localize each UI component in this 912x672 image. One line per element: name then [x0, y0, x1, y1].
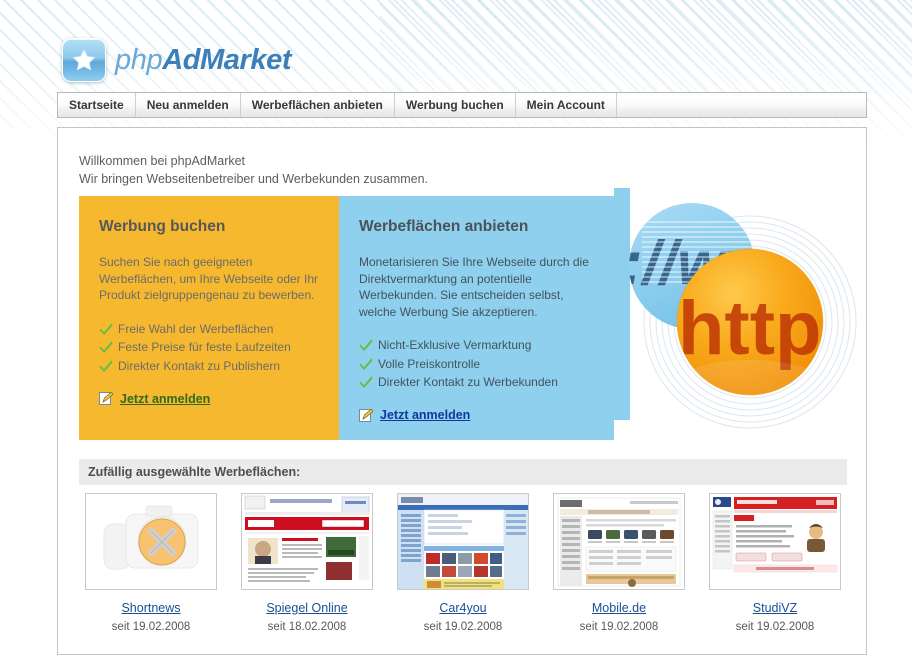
panel-werbeflaechen-anbieten: Werbeflächen anbieten Monetarisieren Sie…	[339, 196, 614, 440]
bullet-label: Direkter Kontakt zu Publishern	[118, 358, 281, 373]
edit-pencil-icon	[99, 391, 114, 406]
panel-blue-bullets: Nicht-Exklusive Vermarktung Volle Preisk…	[359, 336, 594, 392]
signup-link-publisher-label: Jetzt anmelden	[380, 408, 471, 422]
ad-name-mobile-de[interactable]: Mobile.de	[592, 601, 646, 615]
logo-wordmark: phpAdMarket	[115, 43, 292, 77]
list-item: Volle Preiskontrolle	[359, 355, 594, 374]
nav-item-werbung-buchen[interactable]: Werbung buchen	[395, 93, 516, 117]
list-item: Direkter Kontakt zu Werbekunden	[359, 373, 594, 392]
welcome-line-1: Willkommen bei phpAdMarket	[79, 154, 246, 168]
logo-text-php: php	[115, 43, 163, 76]
list-item: Car4you seit 19.02.2008	[391, 493, 535, 633]
logo-text-ad: Ad	[162, 43, 201, 76]
thumbnail-spiegel-online[interactable]	[241, 493, 373, 590]
list-item: Direkter Kontakt zu Publishern	[99, 357, 319, 376]
nav-item-werbeflaechen-anbieten[interactable]: Werbeflächen anbieten	[241, 93, 395, 117]
thumbnail-car4you[interactable]	[397, 493, 529, 590]
nav-item-startseite[interactable]: Startseite	[58, 93, 136, 117]
check-icon	[99, 339, 113, 354]
random-ads-list: Shortnews seit 19.02.2008 Spiegel Online…	[79, 493, 847, 633]
welcome-line-2: Wir bringen Webseitenbetreiber und Werbe…	[79, 172, 429, 186]
promo-panels: ://ww http Werbung buchen Suchen Sie nac…	[79, 188, 857, 440]
check-icon	[99, 321, 113, 336]
check-icon	[359, 356, 373, 371]
bullet-label: Volle Preiskontrolle	[378, 356, 481, 371]
nav-filler	[617, 93, 866, 117]
edit-pencil-icon	[359, 408, 374, 423]
bullet-label: Nicht-Exklusive Vermarktung	[378, 338, 532, 352]
list-item: Spiegel Online seit 18.02.2008	[235, 493, 379, 633]
panel-werbung-buchen: Werbung buchen Suchen Sie nach geeignete…	[79, 196, 339, 440]
ad-since-car4you: seit 19.02.2008	[423, 621, 503, 633]
ad-name-studivz[interactable]: StudiVZ	[753, 601, 797, 615]
thumbnail-studivz[interactable]	[709, 493, 841, 590]
http-globe-graphic: ://ww http	[614, 188, 866, 448]
bullet-label: Freie Wahl der Werbeflächen	[118, 321, 274, 336]
welcome-block: Willkommen bei phpAdMarket Wir bringen W…	[79, 152, 428, 188]
check-icon	[359, 374, 373, 389]
panel-blue-body: Monetarisieren Sie Ihre Webseite durch d…	[359, 255, 589, 319]
list-item: Feste Preise für feste Laufzeiten	[99, 338, 319, 357]
bullet-label: Direkter Kontakt zu Werbekunden	[378, 375, 558, 389]
ad-name-car4you[interactable]: Car4you	[439, 601, 486, 615]
ad-name-spiegel-online[interactable]: Spiegel Online	[266, 601, 347, 615]
ad-since-shortnews: seit 19.02.2008	[111, 621, 191, 633]
ad-since-spiegel-online: seit 18.02.2008	[267, 621, 347, 633]
signup-link-advertiser[interactable]: Jetzt anmelden	[99, 391, 319, 406]
random-ads-header: Zufällig ausgewählte Werbeflächen:	[79, 459, 847, 485]
panel-orange-body: Suchen Sie nach geeigneten Werbeflächen,…	[99, 255, 318, 302]
ad-since-studivz: seit 19.02.2008	[735, 621, 815, 633]
random-ads-header-label: Zufällig ausgewählte Werbeflächen:	[88, 465, 301, 479]
logo-text-market: Market	[200, 43, 292, 76]
signup-link-publisher[interactable]: Jetzt anmelden	[359, 408, 594, 423]
list-item: StudiVZ seit 19.02.2008	[703, 493, 847, 633]
panel-blue-title: Werbeflächen anbieten	[359, 218, 529, 235]
ad-since-mobile-de: seit 19.02.2008	[579, 621, 659, 633]
thumbnail-shortnews[interactable]	[85, 493, 217, 590]
list-item: Freie Wahl der Werbeflächen	[99, 320, 319, 339]
content-panel: Willkommen bei phpAdMarket Wir bringen W…	[57, 127, 867, 655]
panel-orange-title: Werbung buchen	[99, 218, 226, 235]
panel-orange-bullets: Freie Wahl der Werbeflächen Feste Preise…	[99, 320, 319, 376]
nav-item-mein-account[interactable]: Mein Account	[516, 93, 617, 117]
list-item: Nicht-Exklusive Vermarktung	[359, 336, 594, 355]
bullet-label: Feste Preise für feste Laufzeiten	[118, 340, 291, 354]
main-navigation: Startseite Neu anmelden Werbeflächen anb…	[57, 92, 867, 118]
thumbnail-mobile-de[interactable]	[553, 493, 685, 590]
ad-name-shortnews[interactable]: Shortnews	[121, 601, 180, 615]
check-icon	[99, 358, 113, 373]
site-logo[interactable]: phpAdMarket	[62, 36, 292, 84]
check-icon	[359, 337, 373, 352]
list-item: Shortnews seit 19.02.2008	[79, 493, 223, 633]
list-item: Mobile.de seit 19.02.2008	[547, 493, 691, 633]
signup-link-advertiser-label: Jetzt anmelden	[120, 391, 211, 406]
nav-item-neu-anmelden[interactable]: Neu anmelden	[136, 93, 241, 117]
svg-text:http: http	[678, 286, 821, 371]
star-icon	[62, 38, 106, 82]
